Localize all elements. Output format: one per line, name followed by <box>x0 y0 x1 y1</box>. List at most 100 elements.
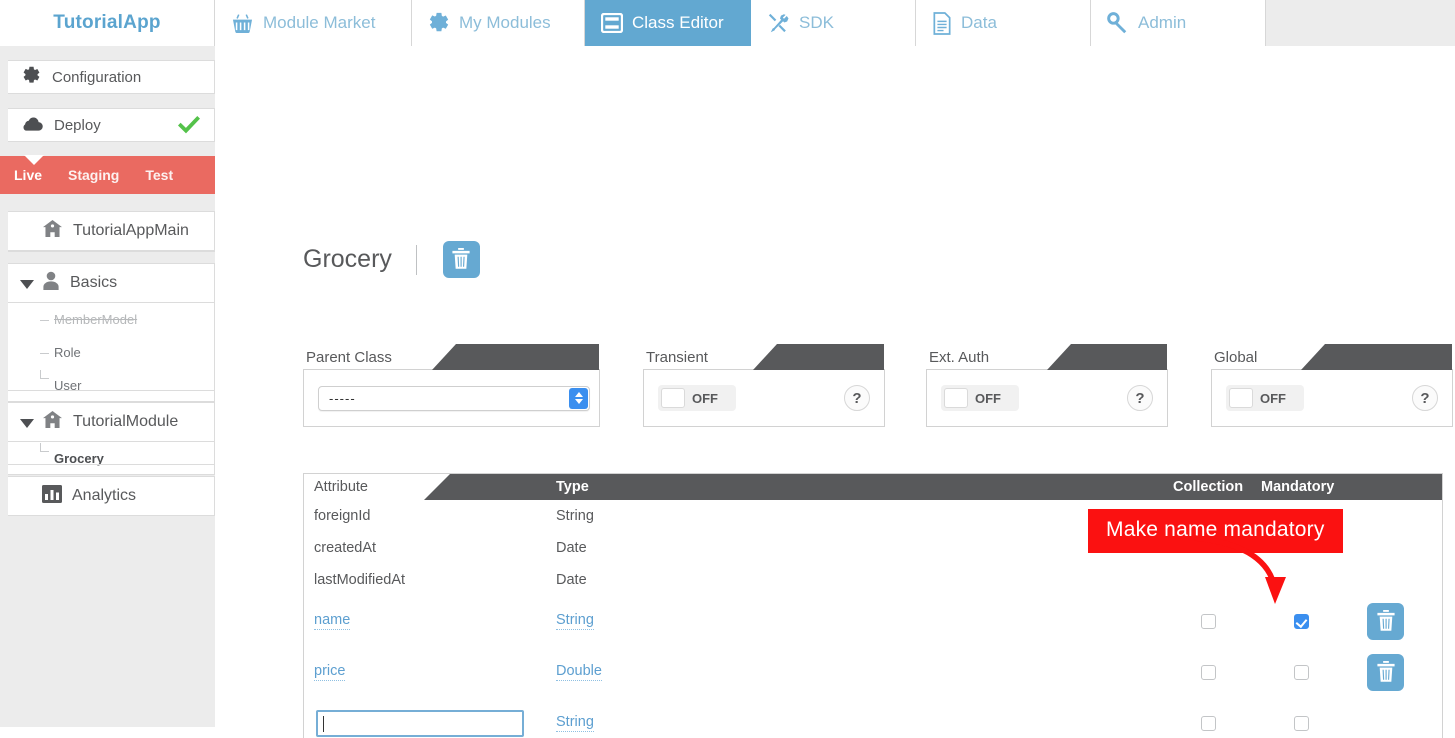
class-editor-main: Grocery Parent Class ----- Transient OFF… <box>215 46 1455 738</box>
global-help-icon[interactable]: ? <box>1412 385 1438 411</box>
env-live[interactable]: Live <box>14 167 42 183</box>
trash-icon <box>451 247 471 272</box>
toggle-knob <box>944 388 968 408</box>
collection-checkbox-cell <box>1201 647 1216 698</box>
divider <box>415 244 417 275</box>
env-pointer <box>24 155 44 165</box>
tab-my-modules[interactable]: My Modules <box>412 0 585 46</box>
column-header-collection: Collection <box>1173 479 1244 495</box>
sidebar-item-label: Deploy <box>54 116 101 134</box>
panel-ext-auth: Ext. Auth OFF ? <box>926 344 1168 427</box>
brand-logo[interactable]: TutorialApp <box>0 0 215 46</box>
global-toggle[interactable]: OFF <box>1226 385 1304 411</box>
tree-elbow <box>40 353 49 354</box>
sidebar-item-basics[interactable]: Basics <box>8 263 215 303</box>
attribute-name-link[interactable]: name <box>314 613 351 630</box>
mandatory-checkbox[interactable] <box>1294 716 1309 731</box>
toggle-knob <box>1229 388 1253 408</box>
tab-admin[interactable]: Admin <box>1091 0 1266 46</box>
new-attribute-input[interactable] <box>316 710 524 737</box>
ext-auth-toggle[interactable]: OFF <box>941 385 1019 411</box>
brand-name: TutorialApp <box>53 12 161 33</box>
tab-module-market[interactable]: Module Market <box>215 0 412 46</box>
transient-toggle[interactable]: OFF <box>658 385 736 411</box>
attribute-type[interactable]: String <box>556 596 594 647</box>
header-slant <box>1301 344 1452 370</box>
key-icon <box>1107 12 1129 34</box>
attribute-name[interactable]: price <box>314 647 346 698</box>
panel-title: Transient <box>646 348 708 366</box>
delete-attribute-cell <box>1367 647 1404 698</box>
sidebar-item-deploy[interactable]: Deploy <box>8 108 215 142</box>
green-check-icon <box>176 114 202 136</box>
attribute-name-link[interactable]: price <box>314 664 346 681</box>
panel-header: Global <box>1212 344 1452 370</box>
attribute-type-link[interactable]: String <box>556 715 594 732</box>
mandatory-checkbox-cell <box>1294 596 1309 647</box>
panel-parent-class: Parent Class ----- <box>303 344 600 427</box>
sidebar-item-label: TutorialAppMain <box>73 222 189 239</box>
document-icon <box>932 11 952 35</box>
sidebar-item-grocery[interactable]: Grocery <box>8 442 215 475</box>
tools-icon <box>767 12 790 34</box>
tab-class-editor[interactable]: Class Editor <box>585 0 751 57</box>
attribute-type: String <box>556 508 594 524</box>
attribute-type[interactable]: String <box>556 698 594 738</box>
delete-class-button[interactable] <box>442 241 480 278</box>
sidebar-item-analytics[interactable]: Analytics <box>8 476 215 516</box>
chevron-down-icon[interactable] <box>20 280 34 289</box>
cloud-icon <box>22 116 43 135</box>
tab-label: SDK <box>799 13 834 32</box>
stepper-icon[interactable] <box>569 387 588 409</box>
sidebar-item-tutorialappmain[interactable]: TutorialAppMain <box>8 211 215 251</box>
attribute-type: Date <box>556 572 587 588</box>
tree-elbow <box>40 320 49 321</box>
env-staging[interactable]: Staging <box>68 167 119 183</box>
class-title-row: Grocery <box>303 241 480 278</box>
home-icon <box>42 410 63 434</box>
collection-checkbox[interactable] <box>1201 614 1216 629</box>
attribute-name: lastModifiedAt <box>314 572 406 588</box>
attribute-type-link[interactable]: Double <box>556 664 602 681</box>
attribute-type[interactable]: Double <box>556 647 602 698</box>
transient-help-icon[interactable]: ? <box>844 385 870 411</box>
ext-auth-help-icon[interactable]: ? <box>1127 385 1153 411</box>
tab-data[interactable]: Data <box>916 0 1091 46</box>
gear-icon <box>22 66 41 89</box>
collection-checkbox[interactable] <box>1201 665 1216 680</box>
collection-checkbox-cell <box>1201 698 1216 738</box>
attribute-type-link[interactable]: String <box>556 613 594 630</box>
delete-attribute-button[interactable] <box>1367 603 1404 640</box>
panel-header: Transient <box>644 344 884 370</box>
panel-title: Global <box>1214 348 1258 366</box>
annotation-text: Make name mandatory <box>1106 518 1325 541</box>
toggle-state: OFF <box>975 390 1001 406</box>
sidebar-item-tutorialmodule[interactable]: TutorialModule <box>8 402 215 442</box>
panel-title: Parent Class <box>306 348 392 366</box>
delete-attribute-button[interactable] <box>1367 654 1404 691</box>
column-header-mandatory: Mandatory <box>1261 479 1335 495</box>
parent-class-select[interactable]: ----- <box>318 385 590 411</box>
mandatory-checkbox[interactable] <box>1294 614 1309 629</box>
basket-icon <box>231 13 254 34</box>
env-test[interactable]: Test <box>145 167 173 183</box>
trash-icon <box>1376 609 1396 634</box>
environment-selector: Live Staging Test <box>0 155 215 194</box>
collection-checkbox[interactable] <box>1201 716 1216 731</box>
tab-sdk[interactable]: SDK <box>751 0 916 46</box>
mandatory-checkbox[interactable] <box>1294 665 1309 680</box>
sidebar-item-configuration[interactable]: Configuration <box>8 60 215 94</box>
home-icon <box>42 219 63 243</box>
sidebar-item-user[interactable]: User <box>8 369 215 402</box>
gear-icon <box>428 12 450 34</box>
sidebar-item-role[interactable]: Role <box>8 336 215 369</box>
table-row: name String <box>304 596 1442 647</box>
class-editor-icon <box>601 13 623 33</box>
column-header-attribute: Attribute <box>314 479 368 495</box>
attribute-name[interactable]: name <box>314 596 351 647</box>
panel-header: Parent Class <box>304 344 599 370</box>
tab-label: My Modules <box>459 13 551 32</box>
chevron-down-icon[interactable] <box>20 419 34 428</box>
sidebar-item-membermodel[interactable]: MemberModel <box>8 303 215 336</box>
sidebar-item-label: TutorialModule <box>73 413 179 430</box>
